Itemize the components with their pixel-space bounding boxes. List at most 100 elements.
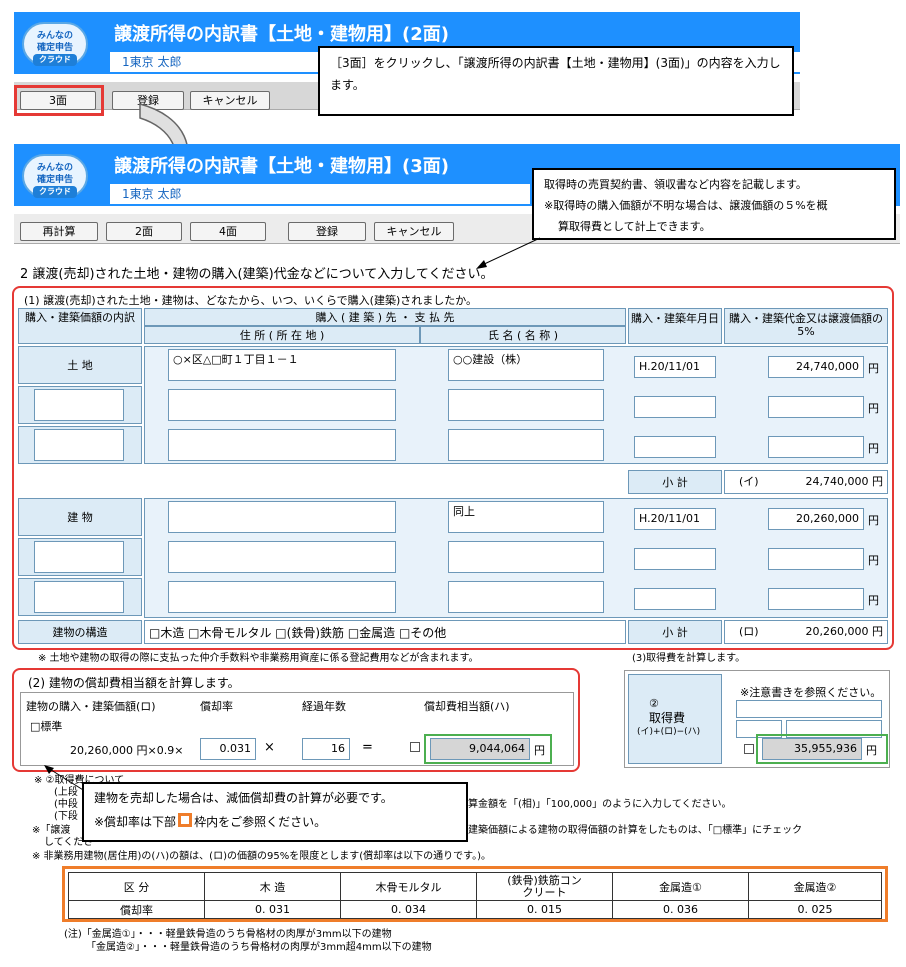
main-callout: 取得時の売買契約書、領収書など内容を記載します。 ※取得時の購入価額が不明な場合…	[532, 168, 896, 240]
col-date-text: 購入・建築年月日	[631, 312, 719, 325]
acq-label-text: 取得費	[649, 711, 686, 725]
building-breakdown-input-2[interactable]	[34, 541, 124, 573]
dep-checkbox[interactable]	[410, 742, 420, 752]
land-subtotal-label: 小 計	[628, 470, 722, 494]
footnote-2: 「金属造②」・・・軽量鉄骨造のうち骨格材の肉厚が3mm超4mm以下の建物	[86, 942, 432, 953]
land-date-input[interactable]: H.20/11/01	[634, 356, 716, 378]
land-name-input-2[interactable]	[448, 389, 604, 421]
page4-button[interactable]: 4面	[190, 222, 266, 241]
yen-unit: 円	[868, 442, 879, 455]
yen-unit: 円	[534, 744, 545, 757]
recalc-button[interactable]: 再計算	[20, 222, 98, 241]
main-user-name: 1東京 太郎	[110, 184, 530, 204]
standard-checkbox[interactable]: □標準	[30, 718, 62, 734]
col-address: 住 所 ( 所 在 地 )	[144, 326, 420, 344]
land-name-input-3[interactable]	[448, 429, 604, 461]
callout2-line1: 建物を売却した場合は、減価償却費の計算が必要です。	[94, 791, 393, 805]
top-callout-text: ［3面］をクリックし、「譲渡所得の内訳書【土地・建物用】(3面)」の内容を入力し…	[330, 56, 781, 92]
dep-rate-input[interactable]: 0.031	[200, 738, 256, 760]
col-breakdown-text: 購入・建築価額の内訳	[25, 311, 135, 324]
dep-base: 20,260,000 円×0.9×	[70, 744, 184, 757]
yen-unit: 円	[868, 554, 879, 567]
col-breakdown: 購入・建築価額の内訳	[18, 308, 142, 344]
rate-head-cell: 金属造①	[612, 872, 749, 901]
building-address-input-2[interactable]	[168, 541, 396, 573]
acq-label-num: ②	[649, 697, 659, 710]
acq-note: ※注意書きを参照ください。	[740, 686, 882, 699]
building-amount-input-2[interactable]	[768, 548, 864, 570]
land-name-input[interactable]: ○○建設（株）	[448, 349, 604, 381]
callout2-text: ※償却率は下部	[94, 815, 177, 829]
section-heading: 2 譲渡(売却)された土地・建物の購入(建築)代金などについて入力してください。	[20, 267, 494, 282]
land-amount-input-2[interactable]	[768, 396, 864, 418]
building-address-input-3[interactable]	[168, 581, 396, 613]
rate-cell: 0. 025	[748, 900, 882, 919]
land-amount-input[interactable]: 24,740,000	[768, 356, 864, 378]
top-callout: ［3面］をクリックし、「譲渡所得の内訳書【土地・建物用】(3面)」の内容を入力し…	[318, 46, 794, 116]
logo-sub: クラウド	[33, 186, 77, 198]
building-label: 建 物	[18, 498, 142, 536]
land-label: 土 地	[18, 346, 142, 384]
building-name-input-3[interactable]	[448, 581, 604, 613]
acq-checkbox[interactable]	[744, 744, 754, 754]
structure-options[interactable]: □木造 □木骨モルタル □(鉄骨)鉄筋 □金属造 □その他	[144, 620, 626, 644]
land-breakdown-input-2[interactable]	[34, 389, 124, 421]
note-line: 算金額を「(相)」「100,000」のように入力してください。	[468, 799, 732, 810]
rate-cell: 0. 036	[612, 900, 749, 919]
rate-head-cell: 金属造②	[748, 872, 882, 901]
footnote-1: (注)「金属造①」・・・軽量鉄骨造のうち骨格材の肉厚が3mm以下の建物	[64, 929, 392, 940]
yen-unit: 円	[868, 594, 879, 607]
yen-unit: 円	[868, 362, 879, 375]
building-amount-input[interactable]: 20,260,000	[768, 508, 864, 530]
times-sign: ×	[264, 740, 275, 755]
rate-head-cell: 区 分	[68, 872, 205, 901]
land-address-input-2[interactable]	[168, 389, 396, 421]
building-name-input[interactable]: 同上	[448, 501, 604, 533]
land-breakdown-input-3[interactable]	[34, 429, 124, 461]
acq-amount-output: 35,955,936	[762, 738, 862, 760]
acq-input-1[interactable]	[736, 700, 882, 718]
rate-cell: 0. 031	[204, 900, 341, 919]
building-date-input[interactable]: H.20/11/01	[634, 508, 716, 530]
land-date-input-3[interactable]	[634, 436, 716, 458]
years-input[interactable]: 16	[302, 738, 350, 760]
note-fees: ※ 土地や建物の取得の際に支払った仲介手数料や非業務用資産に係る登記費用などが含…	[38, 653, 479, 664]
rate-value-row: 償却率 0. 031 0. 034 0. 015 0. 036 0. 025	[68, 900, 882, 919]
building-subtotal-label: 小 計	[628, 620, 722, 644]
page2-button[interactable]: 2面	[106, 222, 182, 241]
structure-label: 建物の構造	[18, 620, 142, 644]
land-amount-input-3[interactable]	[768, 436, 864, 458]
rate-cell: 0. 034	[340, 900, 477, 919]
building-date-input-3[interactable]	[634, 588, 716, 610]
orange-box-icon	[178, 813, 193, 827]
dep-col1: 建物の購入・建築価額(ロ)	[26, 700, 156, 713]
callout-line: ※取得時の購入価額が不明な場合は、譲渡価額の５%を概	[544, 199, 828, 212]
dep-col4: 償却費相当額(ハ)	[424, 700, 510, 713]
top-3men-button[interactable]: 3面	[20, 91, 96, 110]
logo-text: みんなの	[36, 163, 73, 173]
building-name-input-2[interactable]	[448, 541, 604, 573]
col-name: 氏 名 ( 名 称 )	[420, 326, 626, 344]
app-logo: みんなの 確定申告 クラウド	[22, 22, 88, 66]
rate-head-cell: 木骨モルタル	[340, 872, 477, 901]
logo-text: 確定申告	[36, 43, 73, 53]
land-address-input-3[interactable]	[168, 429, 396, 461]
building-date-input-2[interactable]	[634, 548, 716, 570]
app-logo: みんなの 確定申告 クラウド	[22, 154, 88, 198]
building-address-input[interactable]	[168, 501, 396, 533]
register-button[interactable]: 登録	[288, 222, 366, 241]
land-subtotal-mark: (イ)	[739, 475, 759, 488]
yen-unit: 円	[866, 744, 877, 757]
building-amount-input-3[interactable]	[768, 588, 864, 610]
land-date-input-2[interactable]	[634, 396, 716, 418]
note-line: (下段	[54, 811, 78, 822]
logo-sub: クラウド	[33, 54, 77, 66]
yen-unit: 円	[868, 402, 879, 415]
land-address-input[interactable]: ○×区△□町１丁目１－１	[168, 349, 396, 381]
building-breakdown-input-3[interactable]	[34, 581, 124, 613]
main-page-title: 譲渡所得の内訳書【土地・建物用】(3面)	[114, 156, 449, 177]
cancel-button[interactable]: キャンセル	[374, 222, 454, 241]
acq-label-cell: ② 取得費 (イ)+(ロ)−(ハ)	[628, 674, 722, 764]
equals-sign: =	[362, 740, 373, 755]
q3-text: (3)取得費を計算します。	[632, 653, 746, 664]
